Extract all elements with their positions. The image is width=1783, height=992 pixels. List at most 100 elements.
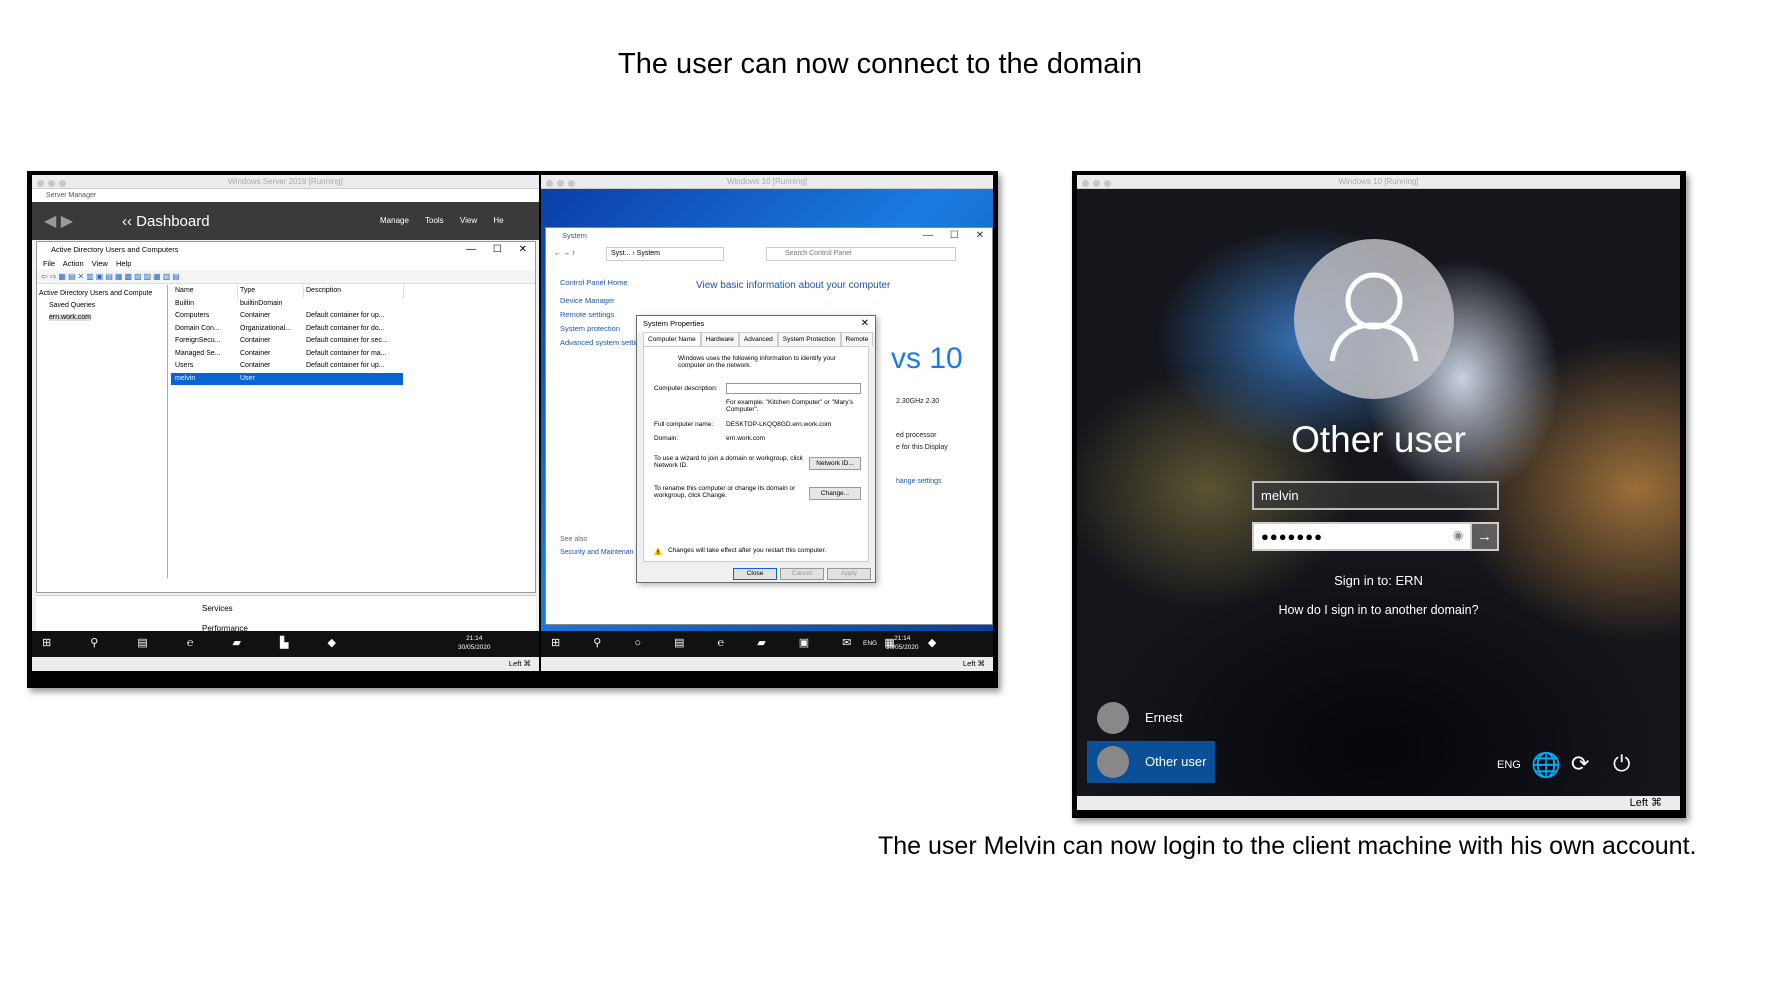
network-icon[interactable]: 🌐 [1531, 751, 1561, 780]
slide-title: The user can now connect to the domain [618, 48, 1142, 80]
menu-action[interactable]: Action [63, 259, 84, 268]
aduc-window: Active Directory Users and Computers — ☐… [36, 241, 536, 593]
other-domain-link[interactable]: How do I sign in to another domain? [1077, 603, 1680, 617]
apply-button[interactable]: Apply [827, 568, 871, 580]
close-icon[interactable]: ✕ [861, 316, 869, 332]
list-row[interactable]: Domain Con... Organizational... Default co… [171, 323, 533, 336]
server-vbox-status-bar: Left ⌘ [32, 657, 539, 671]
breadcrumb[interactable]: Syst... › System [606, 247, 724, 261]
client-vm-window: Windows 10 [Running] System — ☐ ✕ ← → ↑ … [541, 175, 993, 671]
link-control-panel-home[interactable]: Control Panel Home [560, 276, 639, 290]
slide-caption: The user Melvin can now login to the cli… [878, 832, 1697, 860]
ease-of-access-icon[interactable]: ⟳ [1571, 751, 1589, 777]
list-row[interactable]: Managed Se... Container Default container … [171, 348, 533, 361]
link-device-manager[interactable]: Device Manager [560, 294, 639, 308]
link-security-maintenance[interactable]: Security and Maintenan [560, 546, 634, 559]
user-tile-ernest[interactable]: Ernest [1087, 697, 1215, 739]
dialog-tabs: Computer Name Hardware Advanced System P… [637, 332, 875, 346]
window-controls[interactable]: — ☐ ✕ [923, 228, 984, 244]
intro-text: Windows uses the following information t… [678, 355, 836, 369]
list-row[interactable]: Builtin builtinDomain [171, 298, 533, 311]
power-icon[interactable]: ⏻ [1613, 751, 1630, 777]
list-row[interactable]: Computers Container Default container for … [171, 310, 533, 323]
cancel-button[interactable]: Cancel [780, 568, 824, 580]
password-input[interactable]: ●●●●●●● [1252, 522, 1472, 551]
aduc-toolbar[interactable]: ⇦⇨▦▤✕▥▣▤▦▩▨▧▦▥▤ [37, 270, 535, 284]
full-name-label: Full computer name: [654, 421, 714, 428]
server-manager-title: Server Manager [46, 192, 97, 199]
wizard-text: To use a wizard to join a domain or work… [654, 455, 803, 469]
tab-advanced[interactable]: Advanced [738, 332, 778, 346]
menu-tools[interactable]: Tools [425, 216, 444, 225]
rename-text: To rename this computer or change its do… [654, 485, 796, 499]
tab-remote[interactable]: Remote [840, 332, 874, 346]
column-description[interactable]: Description [304, 285, 404, 298]
link-system-protection[interactable]: System protection [560, 322, 639, 336]
services-item[interactable]: Services [202, 604, 233, 613]
lock-screen-background: Other user melvin ●●●●●●● ◉ → Sign in to… [1077, 189, 1680, 796]
menu-file[interactable]: File [43, 259, 55, 268]
display-fragment: e for this Display [896, 444, 948, 451]
cpu-fragment: 2.30GHz 2.30 [896, 398, 940, 405]
search-input[interactable]: Search Control Panel [766, 247, 956, 261]
link-advanced-system-settings[interactable]: Advanced system settin [560, 336, 639, 350]
tree-saved-queries[interactable]: Saved Queries [39, 300, 165, 312]
tab-system-protection[interactable]: System Protection [777, 332, 841, 346]
menu-help[interactable]: He [493, 216, 503, 225]
network-id-button[interactable]: Network ID... [809, 457, 861, 470]
user-tile-label: Other user [1145, 754, 1207, 769]
tray-language[interactable]: ENG [863, 639, 877, 648]
aduc-tree: Active Directory Users and Compute Saved… [37, 285, 168, 578]
change-settings-link[interactable]: hange settings [896, 478, 942, 485]
back-forward-icon[interactable]: ◀ ▶ [44, 211, 73, 231]
taskbar-clock[interactable]: 21:14 30/05/2020 [886, 634, 919, 652]
computer-description-input[interactable] [726, 383, 861, 394]
host-key-label: Left ⌘ [1629, 797, 1662, 809]
language-indicator[interactable]: ENG [1497, 759, 1521, 771]
change-button[interactable]: Change... [809, 487, 861, 500]
close-button[interactable]: Close [733, 568, 777, 580]
list-row-melvin-selected[interactable]: melvin User [171, 372, 403, 385]
nav-arrows-icon[interactable]: ← → ↑ [554, 250, 575, 257]
list-row[interactable]: ForeignSecu... Container Default container… [171, 335, 533, 348]
aduc-title: Active Directory Users and Computers [51, 245, 179, 254]
control-panel-titlebar: System — ☐ ✕ [546, 228, 992, 244]
person-icon [1329, 272, 1419, 362]
taskbar-clock[interactable]: 21:14 30/05/2020 [458, 634, 491, 652]
server-manager-menus: Manage Tools View He [380, 216, 504, 225]
submit-arrow-button[interactable]: → [1472, 522, 1499, 551]
tab-computer-name[interactable]: Computer Name [643, 332, 701, 346]
tree-domain[interactable]: ern.work.com [49, 314, 92, 321]
system-properties-dialog: System Properties ✕ Computer Name Hardwa… [636, 315, 876, 583]
login-vm-frame: Windows 10 [Running] Other user melvin ●… [1072, 171, 1686, 818]
menu-view[interactable]: View [460, 216, 477, 225]
taskbar-icons[interactable]: ⊞ ⚲ ▤ ℮ ▰ ▙ ◆ [42, 636, 354, 649]
link-remote-settings[interactable]: Remote settings [560, 308, 639, 322]
description-label: Computer description: [654, 385, 718, 392]
list-row[interactable]: Users Container Default container for up..… [171, 360, 533, 373]
address-bar: ← → ↑ Syst... › System Search Control Pa… [546, 244, 992, 264]
username-input[interactable]: melvin [1252, 481, 1499, 510]
user-tile-other-user[interactable]: Other user [1087, 741, 1215, 783]
client-vm-titlebar: Windows 10 [Running] [541, 175, 993, 189]
server-vm-title: Windows Server 2019 [Running] [228, 177, 343, 186]
menu-manage[interactable]: Manage [380, 216, 409, 225]
user-tile-label: Ernest [1145, 710, 1183, 725]
warning-icon [654, 547, 662, 555]
list-header: Name Type Description [171, 285, 533, 298]
tab-hardware[interactable]: Hardware [700, 332, 739, 346]
tree-root[interactable]: Active Directory Users and Compute [39, 288, 165, 300]
column-type[interactable]: Type [238, 285, 304, 298]
server-manager-titlebar: Server Manager [32, 189, 539, 202]
processor-fragment: ed processor [896, 432, 937, 439]
window-controls[interactable]: — ☐ ✕ [466, 242, 527, 258]
login-vm-titlebar: Windows 10 [Running] [1077, 175, 1680, 189]
column-name[interactable]: Name [171, 285, 238, 298]
menu-help[interactable]: Help [116, 259, 131, 268]
domain-label: Domain: [654, 435, 679, 442]
computer-name-tab-body: Windows uses the following information t… [643, 346, 869, 562]
reveal-password-icon[interactable]: ◉ [1453, 528, 1463, 542]
full-name-value: DESKTOP-LKQQ8GD.ern.work.com [726, 421, 832, 428]
client-taskbar: ⊞ ⚲ ○ ▤ ℮ ▰ ▣ ✉ ▦ ◆ ENG 21:14 30/05/2020 [541, 631, 993, 657]
menu-view[interactable]: View [92, 259, 108, 268]
